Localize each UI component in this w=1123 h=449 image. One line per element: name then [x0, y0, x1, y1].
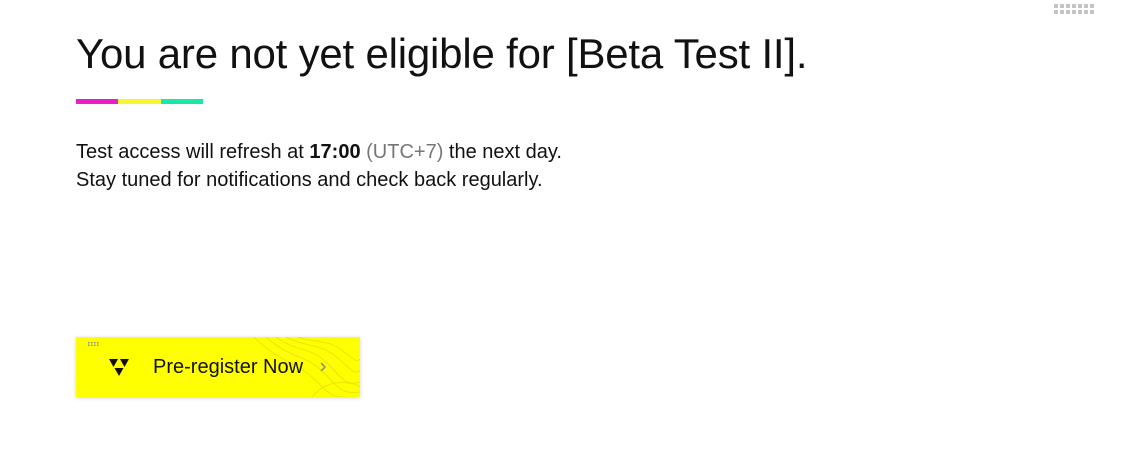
- accent-segment-green: [160, 99, 203, 104]
- pre-register-label: Pre-register Now: [153, 356, 304, 378]
- accent-segment-magenta: [76, 99, 119, 104]
- grip-dots-icon: [88, 342, 99, 346]
- page-title: You are not yet eligible for [Beta Test …: [76, 30, 808, 77]
- triangle-logo-icon: [109, 359, 129, 376]
- grid-dots-icon[interactable]: [1054, 4, 1094, 16]
- pre-register-button[interactable]: Pre-register Now: [76, 337, 360, 397]
- refresh-time: 17:00: [309, 141, 361, 163]
- eligibility-message: Test access will refresh at 17:00 (UTC+7…: [76, 138, 562, 194]
- refresh-prefix: Test access will refresh at: [76, 141, 310, 163]
- accent-segment-yellow: [118, 99, 161, 104]
- chevron-right-icon: [320, 362, 327, 372]
- refresh-info-line: Test access will refresh at 17:00 (UTC+7…: [76, 138, 562, 166]
- notification-info-line: Stay tuned for notifications and check b…: [76, 169, 543, 191]
- title-accent-bar: [76, 99, 203, 104]
- refresh-timezone: (UTC+7): [366, 141, 444, 163]
- refresh-suffix: the next day.: [443, 141, 562, 163]
